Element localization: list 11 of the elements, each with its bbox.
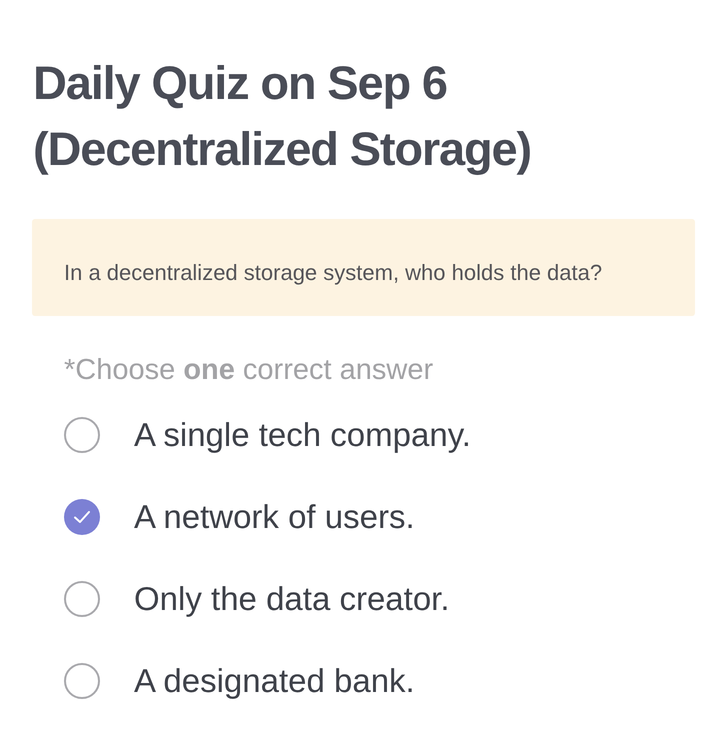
answer-option-label[interactable]: A single tech company.	[134, 410, 471, 460]
instruction-text: *Choose one correct answer	[64, 353, 434, 388]
radio-icon[interactable]	[64, 663, 100, 699]
question-text: In a decentralized storage system, who holds the data?	[64, 259, 602, 287]
radio-icon[interactable]	[64, 581, 100, 617]
answer-option-label[interactable]: A designated bank.	[134, 656, 415, 706]
answer-option-label[interactable]: A network of users.	[134, 492, 415, 542]
quiz-title: Daily Quiz on Sep 6 (Decentralized Storage)	[33, 55, 532, 177]
radio-icon[interactable]	[64, 417, 100, 453]
radio-checked-icon[interactable]	[64, 499, 100, 535]
answer-option-label[interactable]: Only the data creator.	[134, 574, 450, 624]
